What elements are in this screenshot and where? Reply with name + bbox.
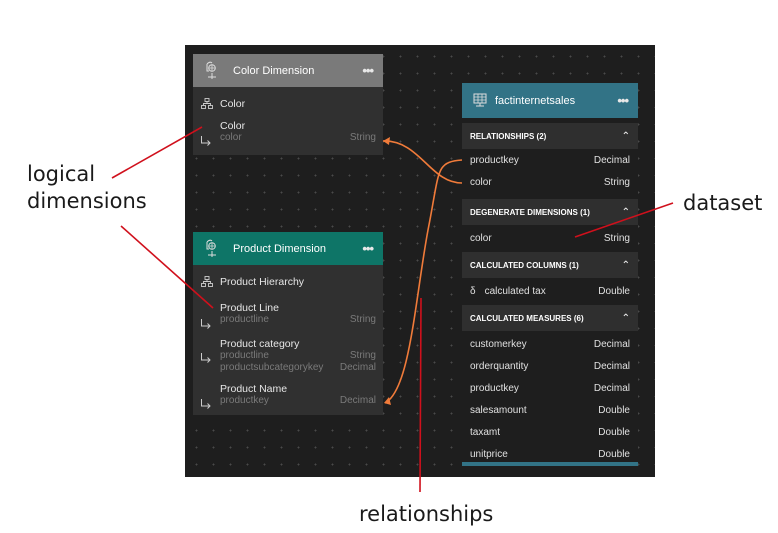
dimension-icon [203,239,219,259]
product-dimension-title: Product Dimension [233,242,326,255]
more-options-icon[interactable]: ••• [617,93,629,108]
field-type: Decimal [593,338,630,350]
field-type: Decimal [593,154,630,166]
field-name: productkey [470,154,519,166]
list-item[interactable]: δ calculated tax Double [462,278,638,305]
list-item[interactable]: taxamt Double [462,421,638,443]
annotation-line1: logical [27,162,96,186]
list-item[interactable]: productkey Decimal [462,149,638,171]
list-item[interactable]: orderquantity Decimal [462,355,638,377]
delta-icon: δ [470,286,476,297]
field-name: color [470,233,492,244]
field-name: color [470,176,492,188]
field-name: customerkey [470,338,527,350]
attribute-name: Product Line [220,302,279,314]
chevron-up-icon[interactable]: ⌃ [622,207,630,218]
dataset-card[interactable]: factinternetsales ••• RELATIONSHIPS (2) … [462,83,638,466]
column-type: String [349,350,376,361]
attribute-row[interactable]: Product category productline String produ… [193,333,383,379]
attribute-name: Product Name [220,383,288,395]
column-name: productsubcategorykey [220,362,324,373]
field-type: Double [598,426,630,438]
table-icon [472,91,488,111]
column-name: productline [220,350,269,361]
field-type: Decimal [593,360,630,372]
annotation-relationships: relationships [359,502,494,526]
attribute-name: Product category [220,338,300,350]
child-arrow-icon [200,302,214,333]
list-item[interactable]: salesamount Double [462,399,638,421]
attribute-row[interactable]: Product Name productkey Decimal [193,379,383,413]
field-type: Double [598,286,630,297]
more-options-icon[interactable]: ••• [362,63,374,78]
color-dimension-card[interactable]: Color Dimension ••• Color Color color Str… [193,54,383,155]
hierarchy-row[interactable]: Product Hierarchy [193,265,383,298]
list-item[interactable]: color String [462,225,638,252]
list-item[interactable]: color String [462,171,638,193]
color-dimension-header[interactable]: Color Dimension ••• [193,54,383,87]
column-type: String [349,132,376,143]
column-name: productkey [220,395,269,406]
child-arrow-icon [200,383,214,413]
chevron-up-icon[interactable]: ⌃ [622,260,630,271]
column-name: color [220,132,242,143]
column-type: String [349,314,376,325]
annotation-dataset: dataset [683,191,763,215]
field-name: unitprice [470,448,508,460]
section-title: DEGENERATE DIMENSIONS (1) [470,207,590,217]
column-type: Decimal [339,395,376,406]
annotation-line2: dimensions [27,189,147,213]
chevron-up-icon[interactable]: ⌃ [622,131,630,142]
attribute-row[interactable]: Product Line productline String [193,298,383,333]
dimension-icon [203,61,219,81]
product-dimension-card[interactable]: Product Dimension ••• Product Hierarchy … [193,232,383,415]
field-name: productkey [470,382,519,394]
dataset-title: factinternetsales [495,94,576,107]
annotation-logical-dimensions: logical dimensions [27,161,147,215]
column-name: productline [220,314,269,325]
dataset-header[interactable]: factinternetsales ••• [462,83,638,118]
field-type: String [603,176,630,188]
chevron-up-icon[interactable]: ⌃ [622,313,630,324]
field-name: salesamount [470,404,527,416]
list-item[interactable]: customerkey Decimal [462,333,638,355]
field-name: taxamt [470,426,501,438]
section-calculated-columns[interactable]: CALCULATED COLUMNS (1) ⌃ [462,252,638,278]
field-type: String [603,233,630,244]
field-name: calculated tax [484,286,546,297]
section-title: CALCULATED MEASURES (6) [470,313,584,323]
hierarchy-label: Product Hierarchy [220,275,305,288]
field-type: Decimal [593,382,630,394]
section-relationships[interactable]: RELATIONSHIPS (2) ⌃ [462,123,638,149]
more-options-icon[interactable]: ••• [362,241,374,256]
scroll-indicator[interactable] [462,462,638,466]
attribute-row[interactable]: Color color String [193,120,383,150]
hierarchy-icon [200,276,214,287]
attribute-name: Color [220,120,246,132]
section-title: RELATIONSHIPS (2) [470,131,547,141]
hierarchy-label: Color [220,97,246,110]
child-arrow-icon [200,338,214,379]
section-degenerate-dimensions[interactable]: DEGENERATE DIMENSIONS (1) ⌃ [462,199,638,225]
section-title: CALCULATED COLUMNS (1) [470,260,579,270]
color-dimension-title: Color Dimension [233,64,315,77]
section-calculated-measures[interactable]: CALCULATED MEASURES (6) ⌃ [462,305,638,331]
field-type: Double [598,404,630,416]
column-type: Decimal [339,362,376,373]
list-item[interactable]: productkey Decimal [462,377,638,399]
field-type: Double [598,448,630,460]
hierarchy-row[interactable]: Color [193,87,383,120]
field-name: orderquantity [470,360,529,372]
child-arrow-icon [200,120,214,150]
product-dimension-header[interactable]: Product Dimension ••• [193,232,383,265]
hierarchy-icon [200,98,214,109]
